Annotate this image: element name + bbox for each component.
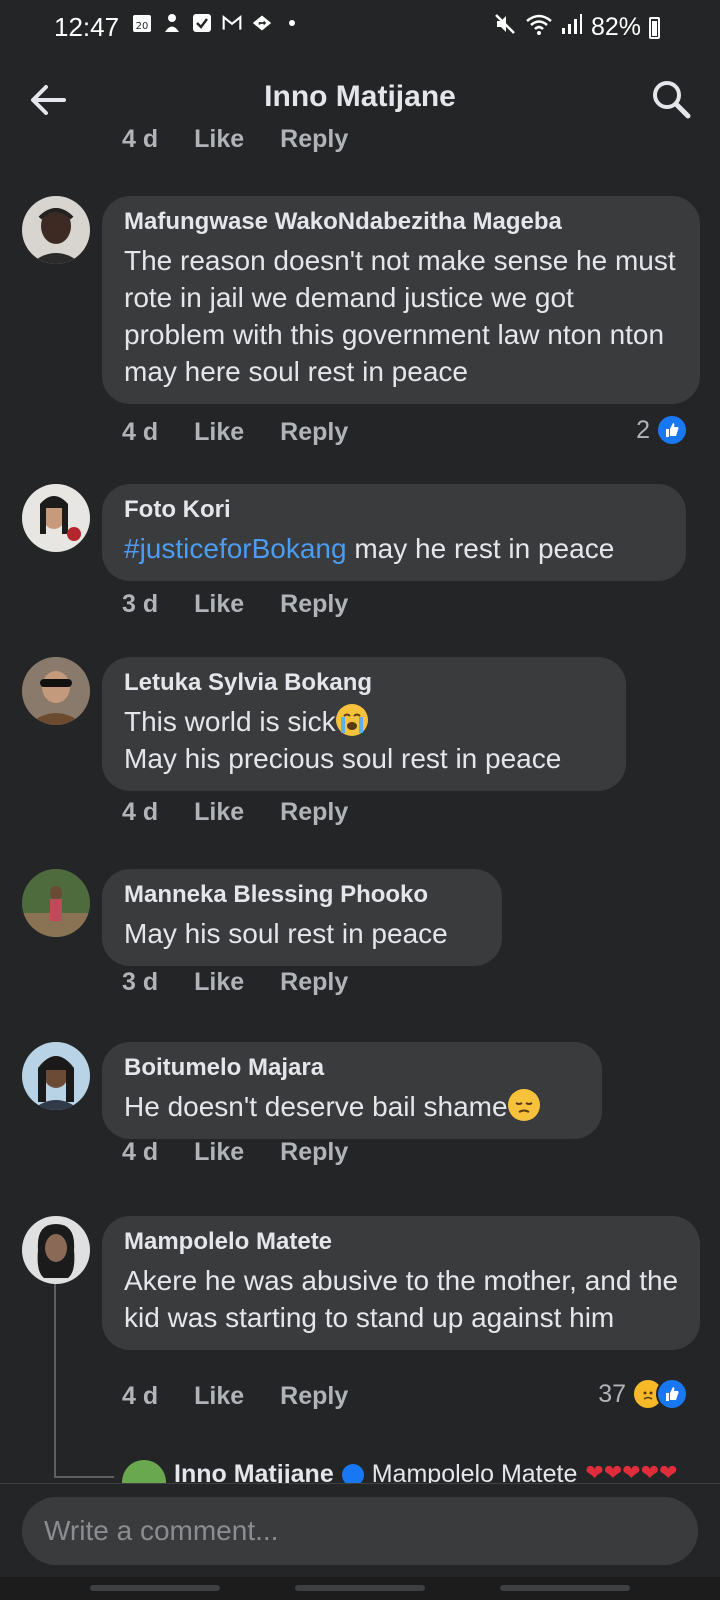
comment-age: 4 d bbox=[122, 798, 159, 826]
comment-author[interactable]: Letuka Sylvia Bokang bbox=[124, 669, 606, 697]
reaction-summary[interactable]: 37 bbox=[598, 1378, 688, 1410]
comment-bubble[interactable]: Boitumelo Majara He doesn't deserve bail… bbox=[102, 1042, 602, 1139]
battery-icon bbox=[649, 16, 660, 39]
comment-text: He doesn't deserve bail shame bbox=[124, 1088, 582, 1125]
avatar[interactable] bbox=[22, 1042, 90, 1110]
battery-percent: 82% bbox=[590, 13, 641, 41]
comment-line-2: May his precious soul rest in peace bbox=[124, 743, 562, 774]
comment-composer-bar: Write a comment... bbox=[0, 1483, 720, 1578]
comment-text: May his soul rest in peace bbox=[124, 918, 448, 949]
signal-icon bbox=[561, 13, 583, 42]
pensive-face-icon bbox=[507, 1089, 540, 1121]
comment-text: This world is sick May his precious soul… bbox=[124, 703, 606, 777]
comment-actions: 4 d Like Reply bbox=[122, 1138, 384, 1167]
reply-button[interactable]: Reply bbox=[280, 590, 348, 619]
app-header: Inno Matijane bbox=[0, 52, 720, 144]
status-time: 12:47 bbox=[54, 12, 120, 42]
wifi-icon bbox=[525, 12, 553, 43]
comment-author[interactable]: Mampolelo Matete bbox=[124, 1228, 680, 1256]
reaction-count: 37 bbox=[598, 1379, 626, 1408]
gmail-icon bbox=[222, 13, 242, 33]
hashtag-link[interactable]: #justiceforBokang bbox=[124, 533, 347, 564]
svg-text:20: 20 bbox=[136, 21, 149, 32]
back-button[interactable] bbox=[500, 1585, 630, 1591]
avatar[interactable] bbox=[22, 1216, 90, 1284]
like-button[interactable]: Like bbox=[194, 418, 244, 447]
comment-age: 3 d bbox=[122, 968, 159, 996]
comment-input[interactable]: Write a comment... bbox=[22, 1497, 698, 1565]
mute-icon bbox=[493, 12, 517, 43]
like-reaction-icon bbox=[656, 414, 688, 446]
search-icon[interactable] bbox=[650, 78, 692, 120]
comment-text: Akere he was abusive to the mother, and … bbox=[124, 1265, 679, 1333]
like-button[interactable]: Like bbox=[194, 128, 244, 158]
system-icons: 82% bbox=[493, 12, 660, 43]
like-button[interactable]: Like bbox=[194, 968, 244, 997]
comment-actions: 4 d Like Reply bbox=[122, 798, 384, 827]
reaction-summary[interactable]: 2 bbox=[636, 414, 688, 446]
avatar[interactable] bbox=[22, 869, 90, 937]
comment-bubble[interactable]: Manneka Blessing Phooko May his soul res… bbox=[102, 869, 502, 966]
comment-bubble[interactable]: Mafungwase WakoNdabezitha Mageba The rea… bbox=[102, 196, 700, 404]
previous-comment-meta: 4 d Like Reply bbox=[122, 128, 348, 158]
notification-icons: 20 bbox=[132, 13, 302, 33]
comment-age: 4 d bbox=[122, 1138, 159, 1166]
avatar[interactable] bbox=[22, 196, 90, 264]
avatar[interactable] bbox=[22, 484, 90, 552]
comment-text: #justiceforBokang may he rest in peace bbox=[124, 530, 666, 567]
thread-hook bbox=[54, 1476, 114, 1478]
home-button[interactable] bbox=[295, 1585, 425, 1591]
calendar-icon: 20 bbox=[132, 13, 152, 33]
checkbox-icon bbox=[192, 13, 212, 33]
reply-button[interactable]: Reply bbox=[280, 1382, 348, 1411]
comment-age: 3 d bbox=[122, 590, 159, 618]
comment-bubble[interactable]: Foto Kori #justiceforBokang may he rest … bbox=[102, 484, 686, 581]
comment-author[interactable]: Mafungwase WakoNdabezitha Mageba bbox=[124, 208, 680, 236]
comment-line-1: This world is sick bbox=[124, 706, 336, 737]
avatar[interactable] bbox=[22, 657, 90, 725]
comment-bubble[interactable]: Letuka Sylvia Bokang This world is sick … bbox=[102, 657, 626, 791]
comment-age: 4 d bbox=[122, 418, 159, 446]
thread-line bbox=[54, 1262, 56, 1478]
page-title: Inno Matijane bbox=[264, 80, 456, 113]
reply-button[interactable]: Reply bbox=[280, 968, 348, 997]
comment-age: 4 d bbox=[122, 128, 159, 153]
comment-author[interactable]: Boitumelo Majara bbox=[124, 1054, 582, 1082]
crying-face-icon bbox=[335, 704, 368, 736]
like-button[interactable]: Like bbox=[194, 1138, 244, 1167]
comment-bubble[interactable]: Mampolelo Matete Akere he was abusive to… bbox=[102, 1216, 700, 1350]
status-bar: 12:47 20 82% bbox=[0, 0, 720, 52]
dot-icon bbox=[282, 13, 302, 33]
comment-age: 4 d bbox=[122, 1382, 159, 1410]
comment-text-main: He doesn't deserve bail shame bbox=[124, 1091, 508, 1122]
like-reaction-icon bbox=[656, 1378, 688, 1410]
reply-button[interactable]: Reply bbox=[280, 1138, 348, 1167]
like-button[interactable]: Like bbox=[194, 798, 244, 827]
comment-author[interactable]: Foto Kori bbox=[124, 496, 666, 524]
system-nav-bar bbox=[0, 1577, 720, 1600]
navigation-icon bbox=[252, 13, 272, 33]
comment-text: The reason doesn't not make sense he mus… bbox=[124, 245, 676, 387]
comment-actions: 3 d Like Reply bbox=[122, 590, 384, 619]
reply-button[interactable]: Reply bbox=[280, 798, 348, 827]
comment-text-rest: may he rest in peace bbox=[346, 533, 615, 564]
reaction-count: 2 bbox=[636, 415, 650, 444]
comment-author[interactable]: Manneka Blessing Phooko bbox=[124, 881, 482, 909]
reply-button[interactable]: Reply bbox=[280, 418, 348, 447]
reply-button[interactable]: Reply bbox=[280, 128, 348, 158]
comment-actions: 3 d Like Reply bbox=[122, 968, 384, 997]
recents-button[interactable] bbox=[90, 1585, 220, 1591]
like-button[interactable]: Like bbox=[194, 1382, 244, 1411]
person-icon bbox=[162, 13, 182, 33]
like-button[interactable]: Like bbox=[194, 590, 244, 619]
comment-actions: 4 d Like Reply bbox=[122, 1382, 384, 1411]
comment-actions: 4 d Like Reply bbox=[122, 418, 384, 447]
